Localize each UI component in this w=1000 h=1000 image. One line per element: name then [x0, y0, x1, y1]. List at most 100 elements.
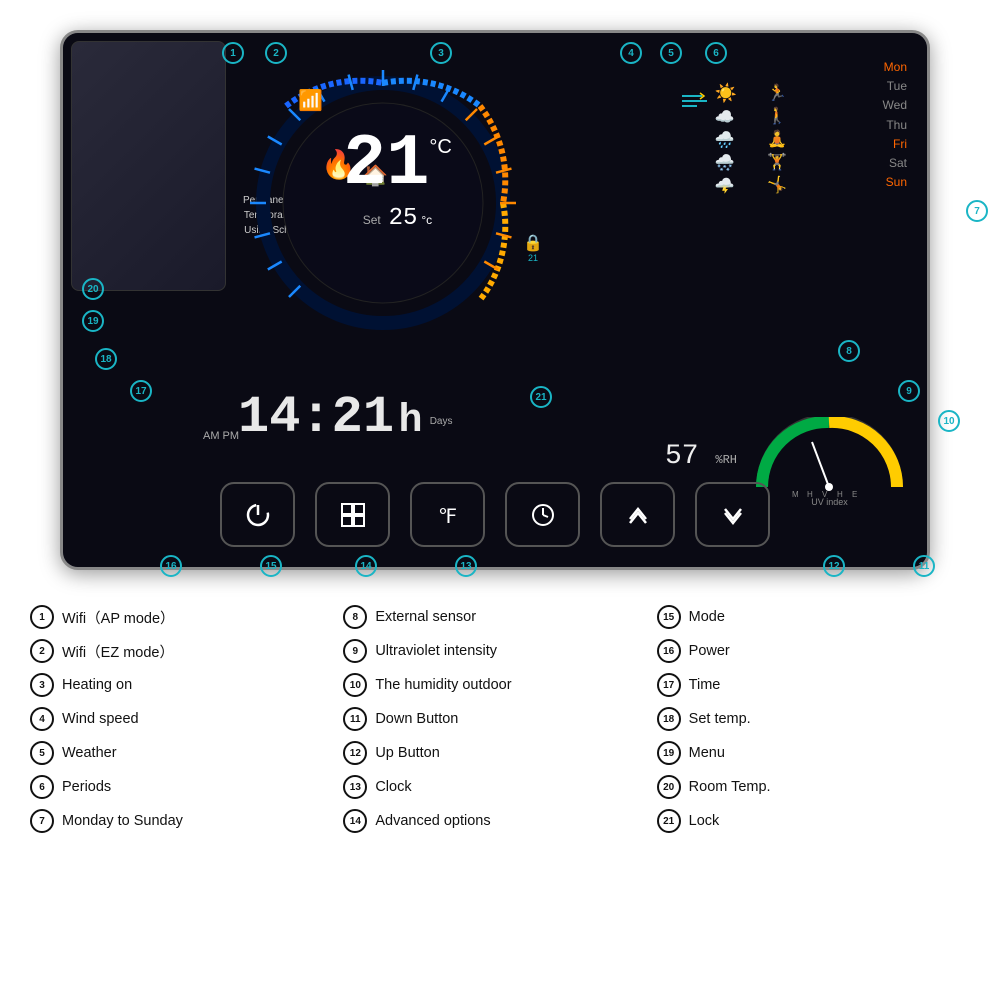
glass-panel: [71, 41, 226, 291]
legend-item-7: 7 Monday to Sunday: [30, 809, 343, 833]
wifi-ap-icon: 📶: [298, 88, 323, 113]
rain-icon: 🌧️: [715, 130, 737, 150]
annotation-12: 12: [823, 555, 845, 577]
legend-text-14: Advanced options: [375, 813, 490, 829]
annotation-6: 6: [705, 42, 727, 64]
clock-button[interactable]: [505, 482, 580, 547]
weather-icons-area: ☀️ ☁️ 🌧️ 🌨️ 🌩️: [715, 83, 737, 196]
annotation-9: 9: [898, 380, 920, 402]
legend-item-19: 19 Menu: [657, 741, 970, 765]
legend-num-1: 1: [30, 605, 54, 629]
mode-button[interactable]: [315, 482, 390, 547]
annotation-7: 7: [966, 200, 988, 222]
annotation-16: 16: [160, 555, 182, 577]
legend-item-1: 1 Wifi（AP mode）: [30, 605, 343, 629]
wind-speed-icon: [682, 91, 712, 116]
svg-text:E: E: [852, 490, 857, 497]
legend-text-6: Periods: [62, 779, 111, 795]
legend-num-6: 6: [30, 775, 54, 799]
legend-item-18: 18 Set temp.: [657, 707, 970, 731]
legend-item-20: 20 Room Temp.: [657, 775, 970, 799]
svg-text:V: V: [822, 490, 828, 497]
legend-text-2: Wifi（EZ mode）: [62, 641, 174, 662]
person4-icon: 🏋️: [767, 152, 787, 172]
annotation-19: 19: [82, 310, 104, 332]
temp-unit: °C: [429, 136, 451, 159]
legend-text-17: Time: [689, 677, 721, 693]
day-wed: Wed: [883, 96, 907, 115]
humidity-display: 57 %RH: [665, 441, 737, 472]
legend-num-20: 20: [657, 775, 681, 799]
legend-num-18: 18: [657, 707, 681, 731]
time-h-label: h: [398, 399, 422, 444]
days-list: Mon Tue Wed Thu Fri Sat Sun: [883, 58, 907, 192]
annotation-13: 13: [455, 555, 477, 577]
legend-num-19: 19: [657, 741, 681, 765]
legend-num-11: 11: [343, 707, 367, 731]
buttons-row: ℉: [220, 482, 770, 547]
annotation-20: 20: [82, 278, 104, 300]
legend-text-16: Power: [689, 643, 730, 659]
lock-number: 21: [523, 253, 543, 263]
legend-item-16: 16 Power: [657, 639, 970, 663]
time-value: 14:21: [238, 388, 394, 447]
uv-gauge-svg: M H V H E: [752, 417, 907, 497]
lock-icon: 🔒 21: [523, 233, 543, 263]
legend-text-18: Set temp.: [689, 711, 751, 727]
legend-text-11: Down Button: [375, 711, 458, 727]
legend-item-2: 2 Wifi（EZ mode）: [30, 639, 343, 663]
uv-index-gauge: M H V H E UV index: [752, 417, 907, 497]
power-button[interactable]: [220, 482, 295, 547]
person5-icon: 🤸: [767, 175, 787, 195]
day-fri: Fri: [883, 135, 907, 154]
legend-text-9: Ultraviolet intensity: [375, 643, 497, 659]
legend-text-4: Wind speed: [62, 711, 139, 727]
activity-icons-area: 🏃 🚶 🧘 🏋️ 🤸: [767, 83, 787, 195]
legend-num-17: 17: [657, 673, 681, 697]
time-display: AM PM 14:21 h Days: [238, 388, 423, 447]
legend-item-8: 8 External sensor: [343, 605, 656, 629]
legend-num-5: 5: [30, 741, 54, 765]
legend-num-13: 13: [343, 775, 367, 799]
legend-num-3: 3: [30, 673, 54, 697]
legend-text-20: Room Temp.: [689, 779, 771, 795]
legend-text-7: Monday to Sunday: [62, 813, 183, 829]
annotation-3: 3: [430, 42, 452, 64]
legend-item-17: 17 Time: [657, 673, 970, 697]
legend-num-7: 7: [30, 809, 54, 833]
annotation-10: 10: [938, 410, 960, 432]
annotation-8: 8: [838, 340, 860, 362]
device-screen: Permanent Hold Temporary Hold Using Sche…: [63, 33, 927, 567]
legend-num-8: 8: [343, 605, 367, 629]
legend-item-14: 14 Advanced options: [343, 809, 656, 833]
up-button[interactable]: [600, 482, 675, 547]
humidity-value: 57: [665, 441, 699, 472]
day-thu: Thu: [883, 116, 907, 135]
svg-text:℉: ℉: [438, 506, 457, 528]
legend-item-4: 4 Wind speed: [30, 707, 343, 731]
day-tue: Tue: [883, 77, 907, 96]
advanced-options-button[interactable]: ℉: [410, 482, 485, 547]
legend-item-13: 13 Clock: [343, 775, 656, 799]
down-button[interactable]: [695, 482, 770, 547]
annotation-17: 17: [130, 380, 152, 402]
set-temp-area: Set 25 °c: [343, 205, 452, 232]
legend-text-12: Up Button: [375, 745, 440, 761]
heavy-rain-icon: 🌨️: [715, 153, 737, 173]
legend-col-1: 1 Wifi（AP mode） 2 Wifi（EZ mode） 3 Heatin…: [30, 605, 343, 833]
person3-icon: 🧘: [767, 129, 787, 149]
legend-num-16: 16: [657, 639, 681, 663]
annotation-2: 2: [265, 42, 287, 64]
legend-item-3: 3 Heating on: [30, 673, 343, 697]
legend-item-15: 15 Mode: [657, 605, 970, 629]
legend-text-15: Mode: [689, 609, 725, 625]
legend-text-10: The humidity outdoor: [375, 677, 511, 693]
person1-icon: 🏃: [767, 83, 787, 103]
legend-num-9: 9: [343, 639, 367, 663]
annotation-5: 5: [660, 42, 682, 64]
legend-text-3: Heating on: [62, 677, 132, 693]
annotation-1: 1: [222, 42, 244, 64]
set-temp-value: 25: [389, 205, 418, 232]
legend-text-5: Weather: [62, 745, 117, 761]
current-temp-value: 21: [343, 128, 429, 200]
